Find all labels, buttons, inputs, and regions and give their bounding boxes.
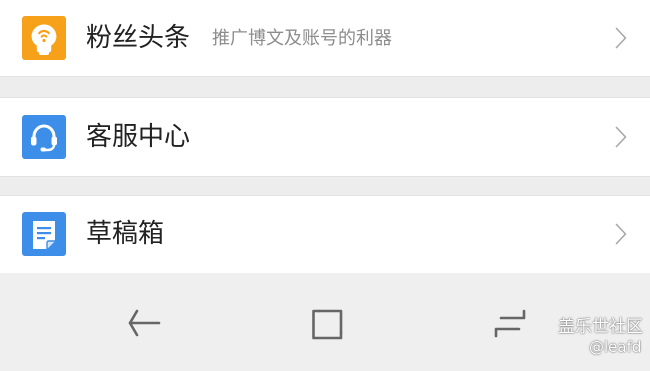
- back-icon: [125, 309, 165, 346]
- chevron-right-icon: [615, 27, 627, 49]
- menu-item-customer-service[interactable]: 客服中心: [0, 97, 650, 177]
- fans-headline-description: 推广博文及账号的利器: [212, 28, 392, 49]
- watermark-title: 盖乐世社区: [558, 317, 643, 337]
- community-watermark: 盖乐世社区 @leafd: [558, 316, 648, 356]
- watermark-user: @leafd: [589, 338, 642, 356]
- chevron-right-icon: [615, 223, 627, 245]
- headset-icon: [22, 115, 66, 159]
- navigation-bar: [0, 273, 650, 371]
- home-icon: [307, 309, 347, 346]
- home-button[interactable]: [307, 303, 347, 343]
- chevron-right-icon: [615, 126, 627, 148]
- lightbulb-icon: [22, 16, 66, 60]
- recent-apps-button[interactable]: [490, 303, 530, 343]
- customer-service-label: 客服中心: [86, 122, 191, 152]
- draft-document-icon: [22, 212, 66, 256]
- recent-apps-icon: [490, 309, 530, 346]
- fans-headline-label: 粉丝头条: [86, 23, 191, 53]
- drafts-label: 草稿箱: [86, 219, 165, 249]
- menu-item-fans-headline[interactable]: 粉丝头条 推广博文及账号的利器: [0, 0, 650, 77]
- menu-item-drafts[interactable]: 草稿箱: [0, 195, 650, 274]
- back-button[interactable]: [125, 303, 165, 343]
